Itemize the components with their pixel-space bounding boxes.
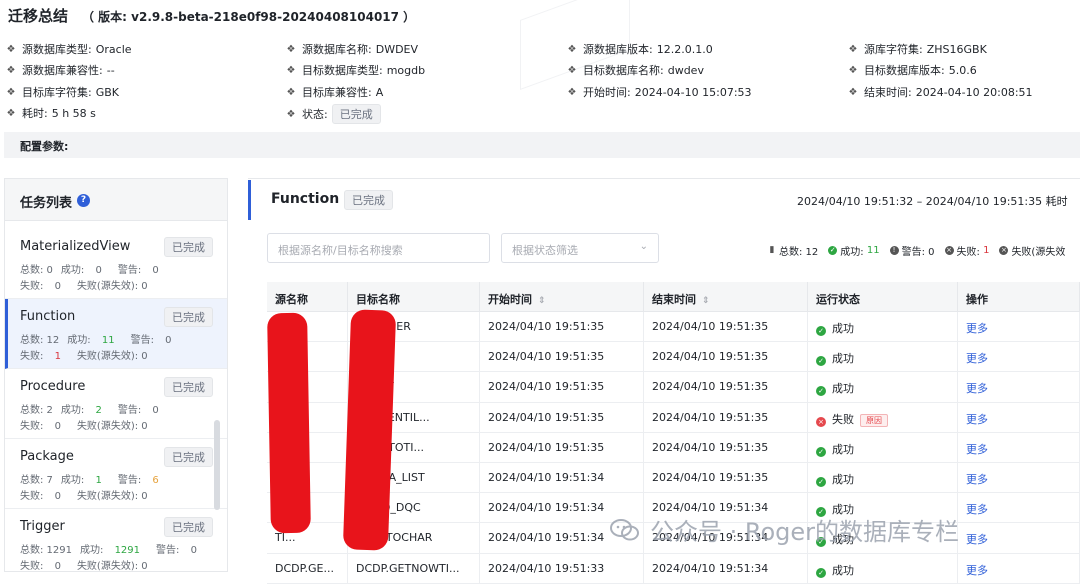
diamond-bullet-icon: ❖ (286, 108, 296, 120)
name-search-input[interactable]: 根据源名称/目标名称搜索 (267, 233, 490, 263)
success-icon: ✓ (816, 446, 826, 457)
diamond-bullet-icon: ❖ (848, 86, 858, 98)
info-source-db-name: ❖ 源数据库名称: DWDEV (286, 42, 419, 57)
task-status-badge: 已完成 (164, 307, 213, 327)
task-list-header: 任务列表 ? (5, 179, 227, 221)
diamond-bullet-icon: ❖ (6, 86, 16, 98)
detail-time-range: 2024/04/10 19:51:32 – 2024/04/10 19:51:3… (797, 195, 1068, 208)
success-icon: ✓ (816, 386, 826, 397)
status-filter-select[interactable]: 根据状态筛选 ⌄ (501, 233, 659, 263)
sort-icon[interactable]: ⇕ (538, 296, 546, 306)
more-link[interactable]: 更多 (966, 473, 988, 486)
success-icon: ✓ (816, 356, 826, 367)
task-status-badge: 已完成 (164, 447, 213, 467)
more-link[interactable]: 更多 (966, 564, 988, 577)
wechat-icon (610, 518, 639, 540)
summary-title: 迁移总结 (8, 7, 69, 25)
info-target-db-type: ❖ 目标数据库类型: mogdb (286, 63, 426, 78)
redaction-mark-source (267, 312, 311, 534)
column-header-target: 目标名称 (348, 282, 480, 311)
diamond-bullet-icon: ❖ (848, 43, 858, 55)
detail-title: Function (271, 191, 340, 207)
column-header-start-time[interactable]: 开始时间 ⇕ (480, 282, 644, 311)
sort-icon[interactable]: ⇕ (702, 296, 710, 306)
info-source-db-type: ❖ 源数据库类型: Oracle (6, 42, 132, 57)
table-header: 源名称 目标名称 开始时间 ⇕ 结束时间 ⇕ 运行状态 操作 (267, 282, 1080, 312)
title-accent-bar (248, 180, 251, 220)
success-icon: ✓ (816, 476, 826, 487)
info-status: ❖ 状态: 已完成 (286, 104, 381, 124)
table-row: DCDP.GE... DCDP.GETNOWTI... 2024/04/10 1… (267, 553, 1080, 584)
task-status-badge: 已完成 (164, 377, 213, 397)
redaction-mark-target (342, 309, 397, 551)
more-link[interactable]: 更多 (966, 382, 988, 395)
source-fail-icon: × (999, 246, 1009, 255)
diamond-bullet-icon: ❖ (567, 43, 577, 55)
info-target-db-name: ❖ 目标数据库名称: dwdev (567, 63, 704, 78)
success-icon: ✓ (816, 326, 826, 336)
info-target-compat: ❖ 目标库兼容性: A (286, 85, 384, 100)
detail-status-badge: 已完成 (344, 190, 393, 210)
info-target-charset: ❖ 目标库字符集: GBK (6, 85, 120, 100)
diamond-bullet-icon: ❖ (286, 86, 296, 98)
more-link[interactable]: 更多 (966, 533, 988, 546)
info-source-charset: ❖ 源库字符集: ZHS16GBK (848, 42, 987, 57)
more-link[interactable]: 更多 (966, 352, 988, 365)
info-source-db-version: ❖ 源数据库版本: 12.2.0.1.0 (567, 42, 713, 57)
task-item-function[interactable]: Function 已完成 总数: 12 成功: 11 警告: 0 失败: 1 失败(源… (5, 299, 227, 369)
column-header-source: 源名称 (267, 282, 348, 311)
success-icon: ✓ (816, 567, 826, 578)
column-header-end-time[interactable]: 结束时间 ⇕ (644, 282, 808, 311)
fail-icon: × (944, 246, 954, 255)
reason-tag[interactable]: 原因 (860, 413, 888, 427)
watermark: 公众号 · Roger的数据库专栏 (610, 512, 959, 547)
diamond-bullet-icon: ❖ (286, 64, 296, 76)
result-stats: ▮ 总数: 12 ✓ 成功: 11 ! 警告: 0 × 失败: 1 × 失败(源失效 (769, 245, 1066, 258)
diamond-bullet-icon: ❖ (286, 43, 296, 55)
more-link[interactable]: 更多 (966, 322, 988, 335)
task-item-package[interactable]: Package 已完成 总数: 7 成功: 1 警告: 6 失败: 0 失败(源失效)… (5, 439, 227, 509)
more-link[interactable]: 更多 (966, 443, 988, 456)
fail-icon: × (816, 416, 826, 427)
diamond-bullet-icon: ❖ (6, 64, 16, 76)
chevron-down-icon: ⌄ (639, 241, 648, 252)
info-target-db-version: ❖ 目标数据库版本: 5.0.6 (848, 63, 977, 78)
column-header-status: 运行状态 (808, 282, 958, 311)
info-start-time: ❖ 开始时间: 2024-04-10 15:07:53 (567, 85, 752, 100)
task-list-panel: 任务列表 ? MaterializedView 已完成 总数: 0 成功: 0 警告… (4, 178, 228, 572)
more-link[interactable]: 更多 (966, 413, 988, 426)
diamond-bullet-icon: ❖ (848, 64, 858, 76)
column-header-action: 操作 (958, 282, 1080, 311)
warning-icon: ! (889, 246, 899, 255)
bar-chart-icon: ▮ (769, 245, 775, 255)
version-label: （ 版本: v2.9.8-beta-218e0f98-2024040810401… (82, 10, 416, 24)
task-status-badge: 已完成 (164, 237, 213, 257)
info-duration: ❖ 耗时: 5 h 58 s (6, 106, 96, 121)
more-link[interactable]: 更多 (966, 503, 988, 516)
task-item-materializedview[interactable]: MaterializedView 已完成 总数: 0 成功: 0 警告: 0 失败:… (5, 229, 227, 299)
task-item-trigger[interactable]: Trigger 已完成 总数: 1291 成功: 1291 警告: 0 失败: 0失… (5, 509, 227, 571)
task-list-scrollbar[interactable] (214, 420, 220, 510)
diamond-bullet-icon: ❖ (6, 107, 16, 119)
diamond-bullet-icon: ❖ (567, 86, 577, 98)
status-badge: 已完成 (331, 104, 381, 124)
check-icon: ✓ (828, 246, 838, 255)
info-end-time: ❖ 结束时间: 2024-04-10 20:08:51 (848, 85, 1033, 100)
task-item-procedure[interactable]: Procedure 已完成 总数: 2 成功: 2 警告: 0 失败: 0 失败(源失… (5, 369, 227, 439)
task-status-badge: 已完成 (164, 517, 213, 537)
diamond-bullet-icon: ❖ (567, 64, 577, 76)
config-params-bar: 配置参数: (4, 132, 1080, 158)
diamond-bullet-icon: ❖ (6, 43, 16, 55)
help-icon[interactable]: ? (77, 194, 91, 207)
info-source-compat: ❖ 源数据库兼容性: -- (6, 63, 115, 78)
